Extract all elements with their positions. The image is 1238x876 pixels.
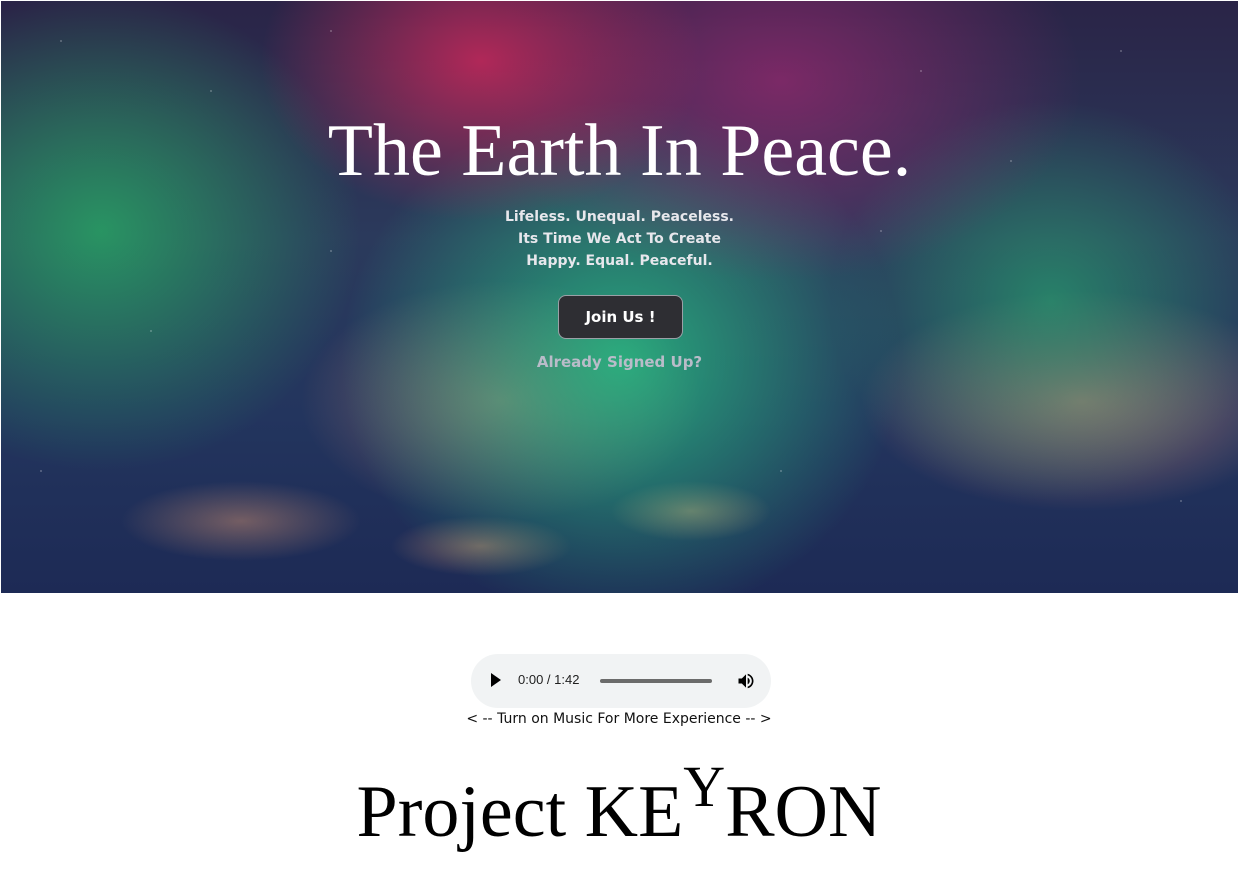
hero-banner: The Earth In Peace. Lifeless. Unequal. P… <box>1 1 1238 593</box>
tagline-line-3: Happy. Equal. Peaceful. <box>526 253 713 269</box>
brand-superscript: Y <box>683 754 726 819</box>
hero-tagline: Lifeless. Unequal. Peaceless. Its Time W… <box>1 206 1238 272</box>
tagline-line-2: Its Time We Act To Create <box>518 231 721 247</box>
audio-player[interactable]: 0:00 / 1:42 <box>471 654 771 708</box>
audio-time: 0:00 / 1:42 <box>518 672 580 687</box>
music-hint: < -- Turn on Music For More Experience -… <box>466 711 772 727</box>
brand-part-1: Project KE <box>356 771 684 853</box>
hero-title: The Earth In Peace. <box>327 110 912 192</box>
brand-part-2: RON <box>725 771 882 853</box>
play-icon[interactable] <box>491 673 501 687</box>
tagline-line-1: Lifeless. Unequal. Peaceless. <box>505 209 734 225</box>
project-brand-heading: Project KEYRON <box>0 754 1238 867</box>
already-signed-up-link[interactable]: Already Signed Up? <box>1 353 1238 371</box>
join-us-button[interactable]: Join Us ! <box>558 295 683 339</box>
volume-icon[interactable] <box>736 671 756 691</box>
audio-progress-bar[interactable] <box>600 679 712 683</box>
